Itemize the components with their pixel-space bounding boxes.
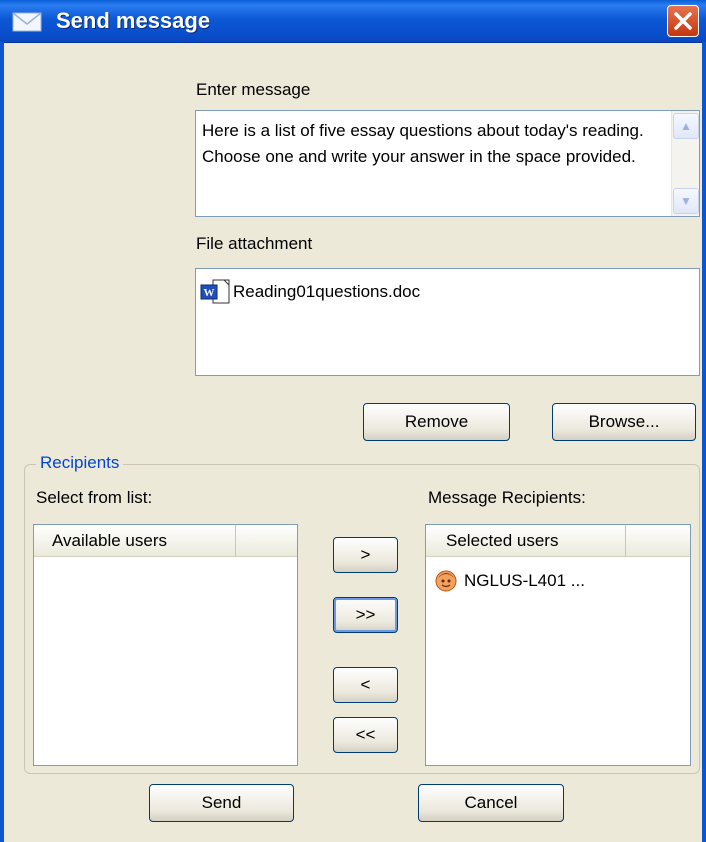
selected-users-list[interactable]: Selected users NGLUS-L401 ...: [425, 524, 691, 766]
window-frame-left: [0, 42, 4, 842]
add-all-users-button[interactable]: >>: [333, 597, 398, 633]
add-user-button[interactable]: >: [333, 537, 398, 573]
select-from-list-label: Select from list:: [36, 488, 153, 507]
message-recipients-label: Message Recipients:: [428, 488, 586, 507]
browse-button[interactable]: Browse...: [552, 403, 696, 441]
close-button[interactable]: [667, 5, 699, 37]
send-button[interactable]: Send: [149, 784, 294, 822]
message-text: Here is a list of five essay questions a…: [202, 121, 644, 166]
recipients-group-label: Recipients: [36, 453, 124, 473]
remove-attachment-button[interactable]: Remove: [363, 403, 510, 441]
available-users-column-header[interactable]: Available users: [34, 524, 236, 557]
attachment-list[interactable]: W Reading01questions.doc: [195, 268, 700, 376]
cancel-button[interactable]: Cancel: [418, 784, 564, 822]
available-users-header: Available users: [34, 524, 297, 557]
selected-users-column-header[interactable]: Selected users: [426, 524, 626, 557]
available-users-list[interactable]: Available users: [33, 524, 298, 766]
window-title: Send message: [56, 8, 211, 33]
scroll-up-icon[interactable]: ▲: [673, 113, 699, 139]
scroll-down-icon[interactable]: ▼: [673, 188, 699, 214]
remove-all-users-button[interactable]: <<: [333, 717, 398, 753]
close-icon: [674, 12, 692, 30]
attachment-filename: Reading01questions.doc: [233, 282, 421, 301]
word-document-icon: W: [199, 279, 233, 305]
svg-text:W: W: [204, 287, 215, 299]
remove-user-button[interactable]: <: [333, 667, 398, 703]
message-scrollbar[interactable]: ▲ ▼: [671, 111, 699, 216]
selected-user-item[interactable]: NGLUS-L401 ...: [434, 569, 585, 593]
window-frame-right: [702, 42, 706, 842]
message-label: Enter message: [196, 80, 311, 99]
user-avatar-icon: [434, 569, 458, 593]
message-textarea[interactable]: Here is a list of five essay questions a…: [195, 110, 700, 217]
attachment-item[interactable]: W Reading01questions.doc: [199, 279, 420, 305]
attachment-label: File attachment: [196, 234, 313, 253]
selected-users-header: Selected users: [426, 524, 690, 557]
mail-icon: [12, 12, 42, 32]
selected-user-name: NGLUS-L401 ...: [464, 571, 585, 590]
